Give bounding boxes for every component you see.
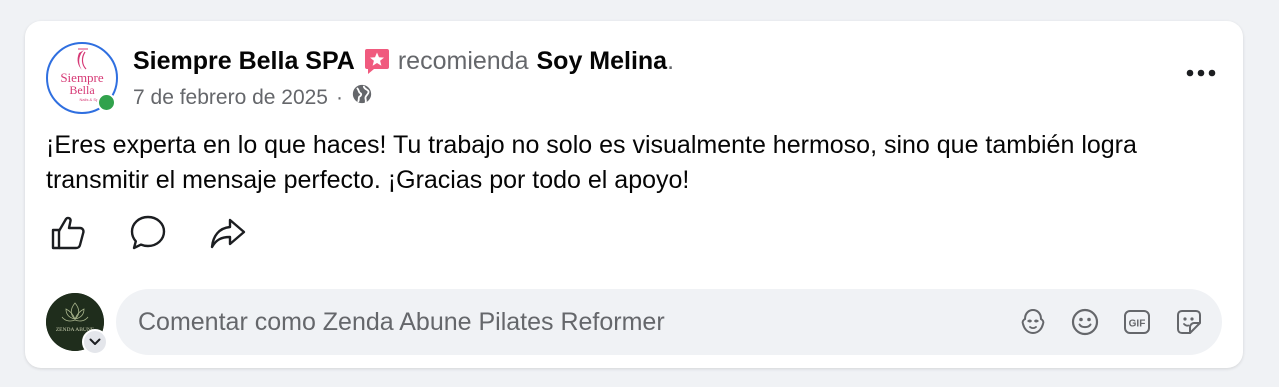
header-period: . [667,47,675,75]
share-arrow-icon [210,218,246,249]
comment-bubble-icon [130,215,166,250]
chevron-down-icon [82,329,108,355]
gif-icon[interactable]: GIF [1122,307,1152,337]
sticker-icon[interactable] [1174,307,1204,337]
emoji-icon[interactable] [1070,307,1100,337]
comment-button[interactable] [129,214,167,252]
globe-icon[interactable] [351,83,373,113]
online-status-dot [97,93,116,112]
author-avatar[interactable]: Siempre Bella Nails & Spa [46,42,118,114]
post-date[interactable]: 7 de febrero de 2025 [133,84,328,112]
comment-composer: ZENDA ABUNE Comentar como Zenda Abune Pi… [46,289,1222,355]
author-name[interactable]: Siempre Bella SPA [133,45,355,77]
thumbs-up-icon [51,216,85,250]
share-button[interactable] [209,214,247,252]
ellipsis-icon [1186,69,1216,77]
comment-tools: GIF [1018,307,1222,337]
post-meta: 7 de febrero de 2025 · [133,83,373,113]
comment-input[interactable] [116,306,1018,338]
recommend-verb: recomienda [397,47,529,75]
post-actions [49,214,247,252]
svg-text:GIF: GIF [1129,319,1146,330]
like-button[interactable] [49,214,87,252]
commenter-profile-switcher[interactable]: ZENDA ABUNE [46,293,108,355]
comment-box: GIF [116,289,1222,355]
more-options-button[interactable] [1181,59,1221,87]
post-card: Siempre Bella Nails & Spa Siempre Bella … [25,21,1243,368]
post-header: Siempre Bella SPA recomienda Soy Melina … [133,45,674,77]
avatar-sticker-icon[interactable] [1018,307,1048,337]
logo-line-2: Bella [69,83,95,97]
post-body-text: ¡Eres experta en lo que haces! Tu trabaj… [46,131,1137,194]
meta-separator: · [336,86,343,109]
recommended-page-link[interactable]: Soy Melina [537,45,668,77]
recommend-star-icon [362,46,392,76]
